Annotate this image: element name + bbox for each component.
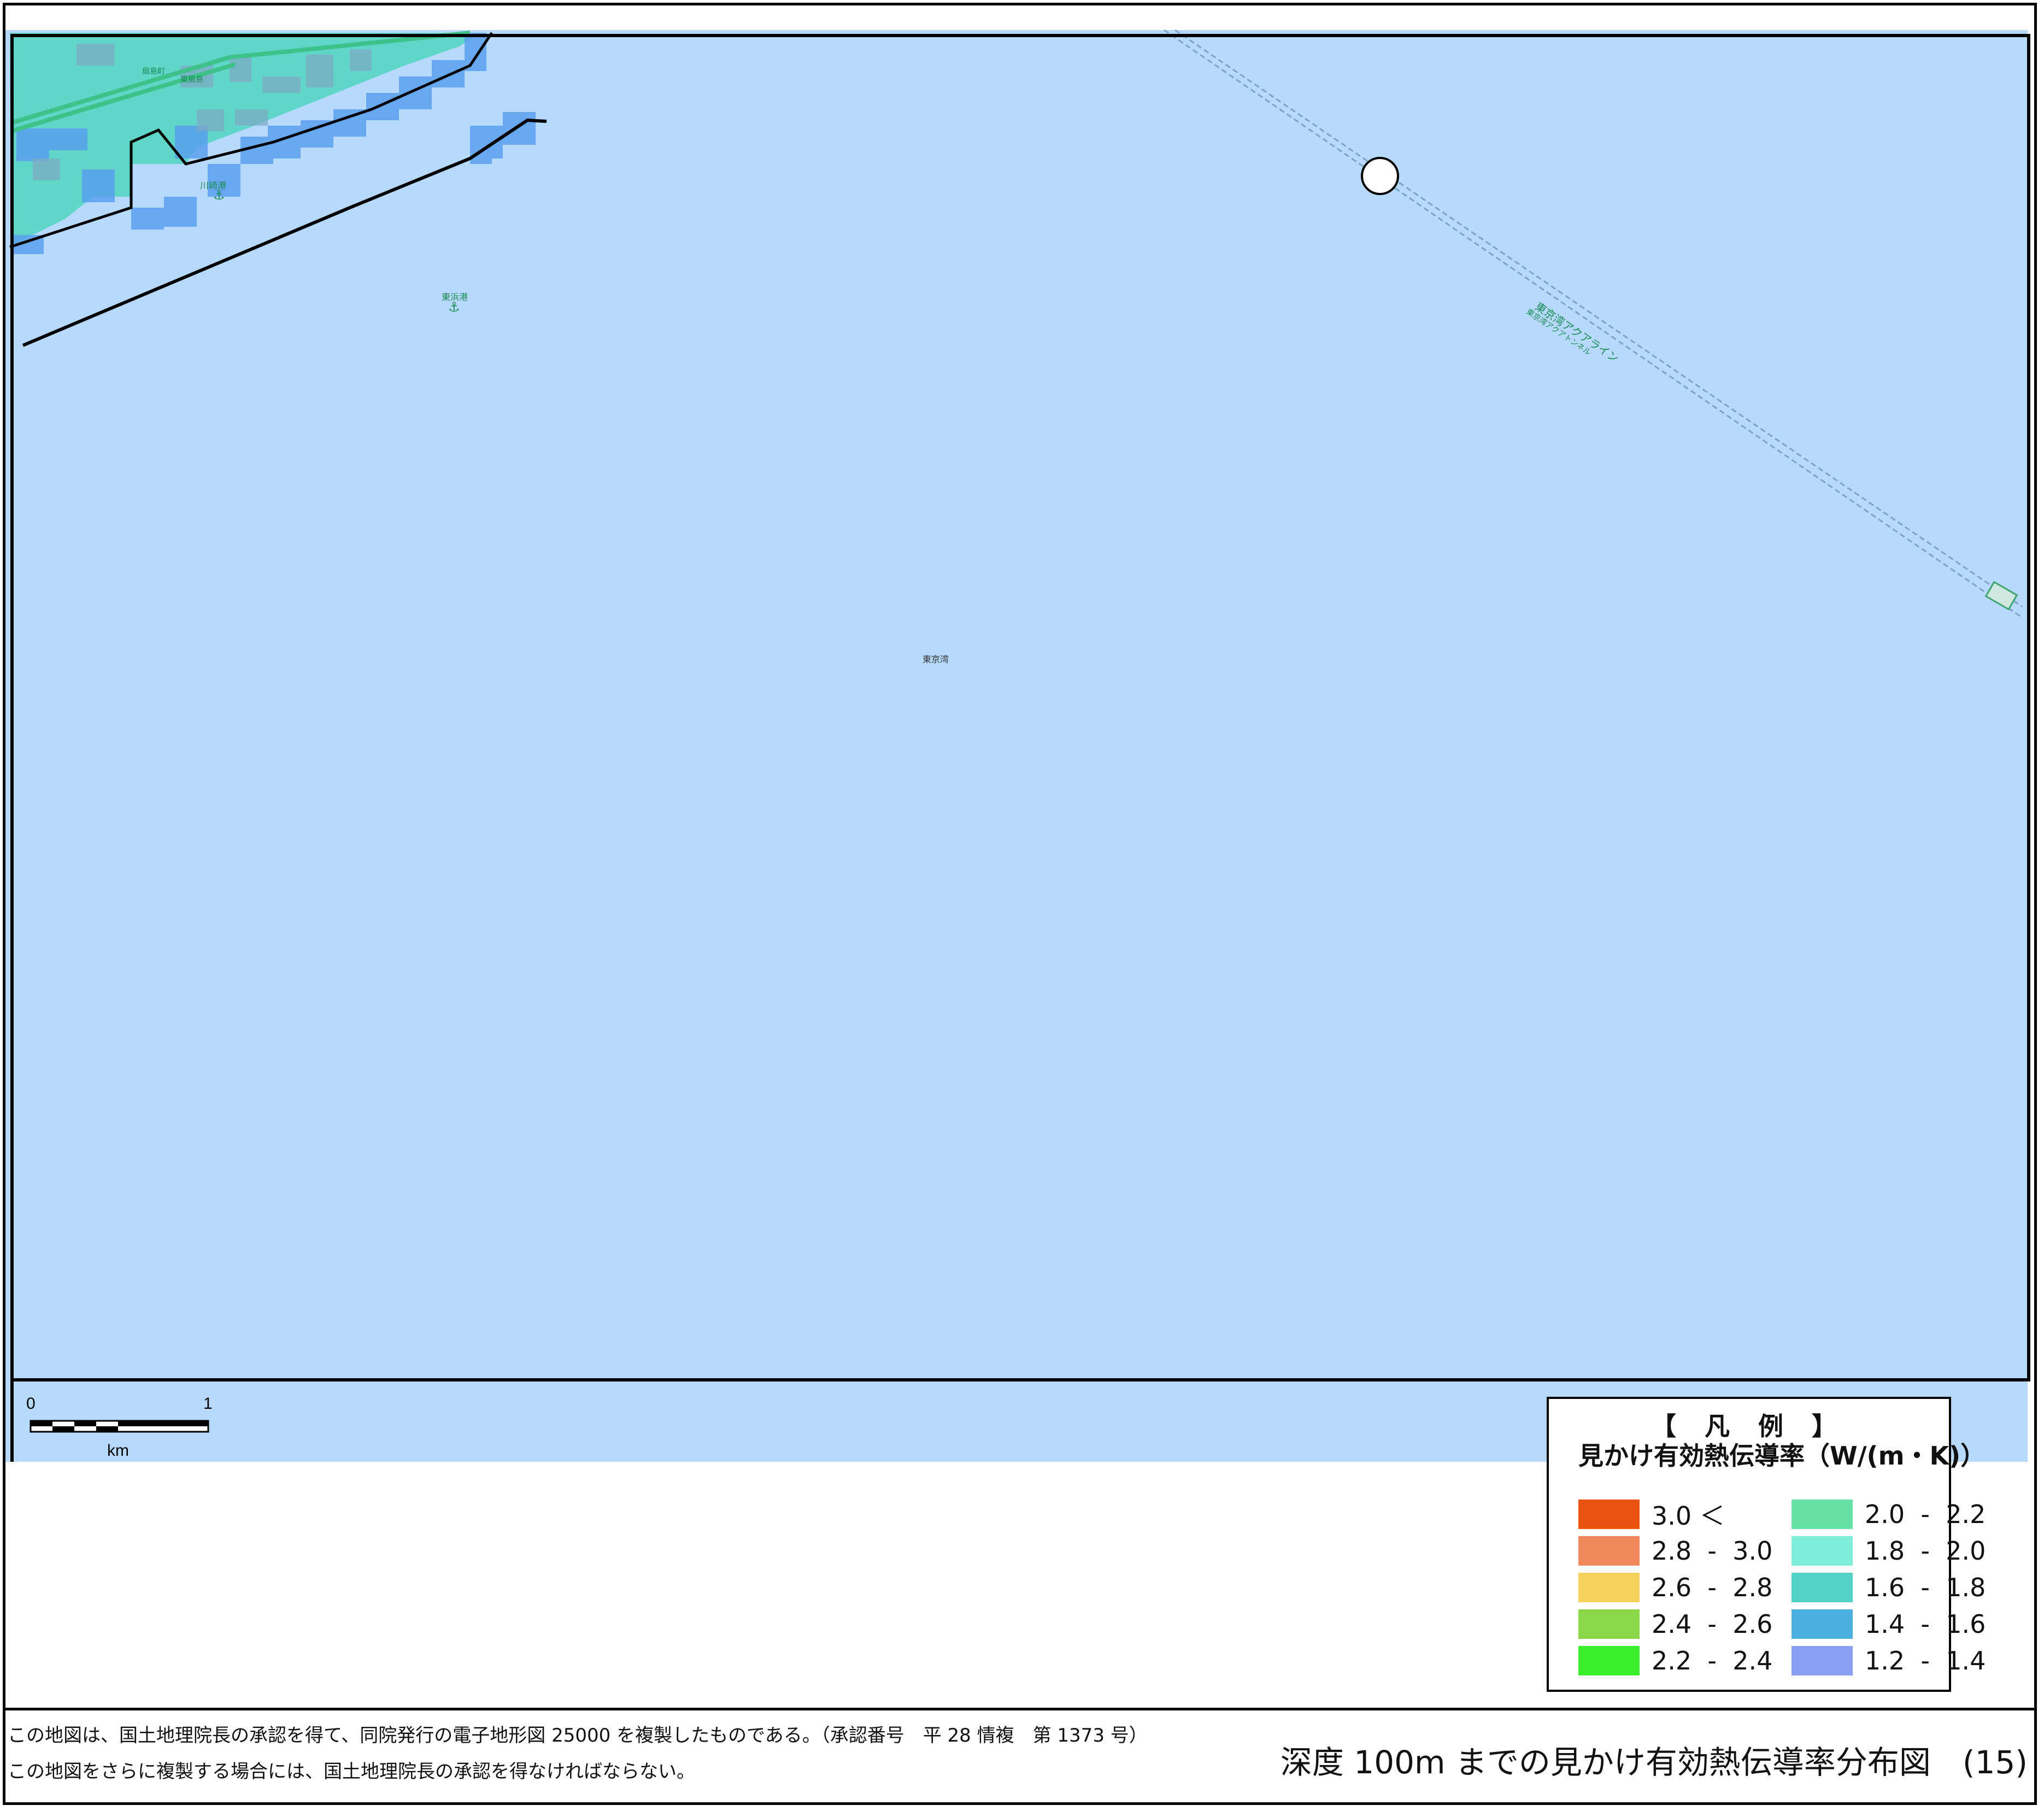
legend-label: 1.2 - 1.4 (1865, 1646, 1986, 1675)
legend-item: 3.0 ＜ (1578, 1498, 1725, 1531)
legend-swatch (1578, 1536, 1640, 1566)
label-district-2: 扇島町 (142, 67, 165, 76)
legend-subtitle: 見かけ有効熱伝導率（W/(m・K)） (1578, 1441, 1986, 1471)
footer-copyright-line-2: この地図をさらに複製する場合には、国土地理院長の承認を得なければならない。 (8, 1761, 695, 1783)
legend-swatch (1578, 1500, 1640, 1529)
legend: 【 凡 例 】 見かけ有効熱伝導率（W/(m・K)） 3.0 ＜ 2.8 - 3.… (1547, 1397, 1986, 1692)
legend-item: 1.6 - 1.8 (1792, 1572, 1986, 1603)
label-tokyo-bay: 東京湾 (923, 654, 949, 665)
legend-label: 2.6 - 2.8 (1652, 1573, 1773, 1602)
legend-item: 2.0 - 2.2 (1792, 1498, 1986, 1530)
scale-label-unit: km (107, 1442, 129, 1460)
legend-label: 1.6 - 1.8 (1865, 1573, 1986, 1602)
scale-label-one: 1 (203, 1395, 213, 1413)
legend-swatch (1792, 1500, 1853, 1529)
label-district-1: 東扇島 (180, 75, 203, 84)
legend-swatch (1792, 1536, 1853, 1566)
legend-item: 1.8 - 2.0 (1792, 1535, 1986, 1567)
legend-item: 2.6 - 2.8 (1578, 1572, 1772, 1603)
label-higashiogishima-harbor: 東浜港 (442, 292, 468, 302)
map-title: 深度 100m までの見かけ有効熱伝導率分布図 (15) (1280, 1744, 2028, 1781)
scale-bar (30, 1420, 209, 1433)
legend-label: 2.2 - 2.4 (1652, 1646, 1773, 1675)
sea-area (5, 30, 2028, 1462)
legend-swatch (1578, 1609, 1640, 1639)
label-kawasaki-harbor: 川崎港 (200, 180, 227, 191)
legend-label: 1.8 - 2.0 (1865, 1536, 1986, 1566)
footer-divider (3, 1708, 2037, 1710)
legend-item: 2.2 - 2.4 (1578, 1645, 1772, 1677)
legend-item: 1.4 - 1.6 (1792, 1608, 1986, 1640)
map-sheet: ⚓ ⚓ 川崎港 東浜港 東京湾 東扇島 扇島町 東京湾アクアライン 東京湾アクア… (0, 0, 2044, 1811)
legend-swatch (1578, 1646, 1640, 1675)
legend-label: 3.0 ＜ (1652, 1501, 1725, 1531)
legend-swatch (1792, 1609, 1853, 1639)
legend-label: 2.0 - 2.2 (1865, 1500, 1986, 1529)
legend-item: 1.2 - 1.4 (1792, 1645, 1986, 1677)
legend-swatch (1792, 1646, 1853, 1675)
legend-swatch (1578, 1573, 1640, 1602)
legend-label: 2.8 - 3.0 (1652, 1536, 1773, 1566)
interchange-marker-icon[interactable] (1361, 157, 1399, 195)
footer-copyright-line-1: この地図は、国土地理院長の承認を得て、同院発行の電子地形図 25000 を複製し… (8, 1725, 1148, 1747)
legend-item: 2.8 - 3.0 (1578, 1535, 1772, 1567)
legend-item: 2.4 - 2.6 (1578, 1608, 1772, 1640)
legend-swatch (1792, 1573, 1853, 1602)
scale-label-zero: 0 (26, 1395, 36, 1413)
legend-label: 1.4 - 1.6 (1865, 1609, 1986, 1639)
legend-label: 2.4 - 2.6 (1652, 1609, 1773, 1639)
